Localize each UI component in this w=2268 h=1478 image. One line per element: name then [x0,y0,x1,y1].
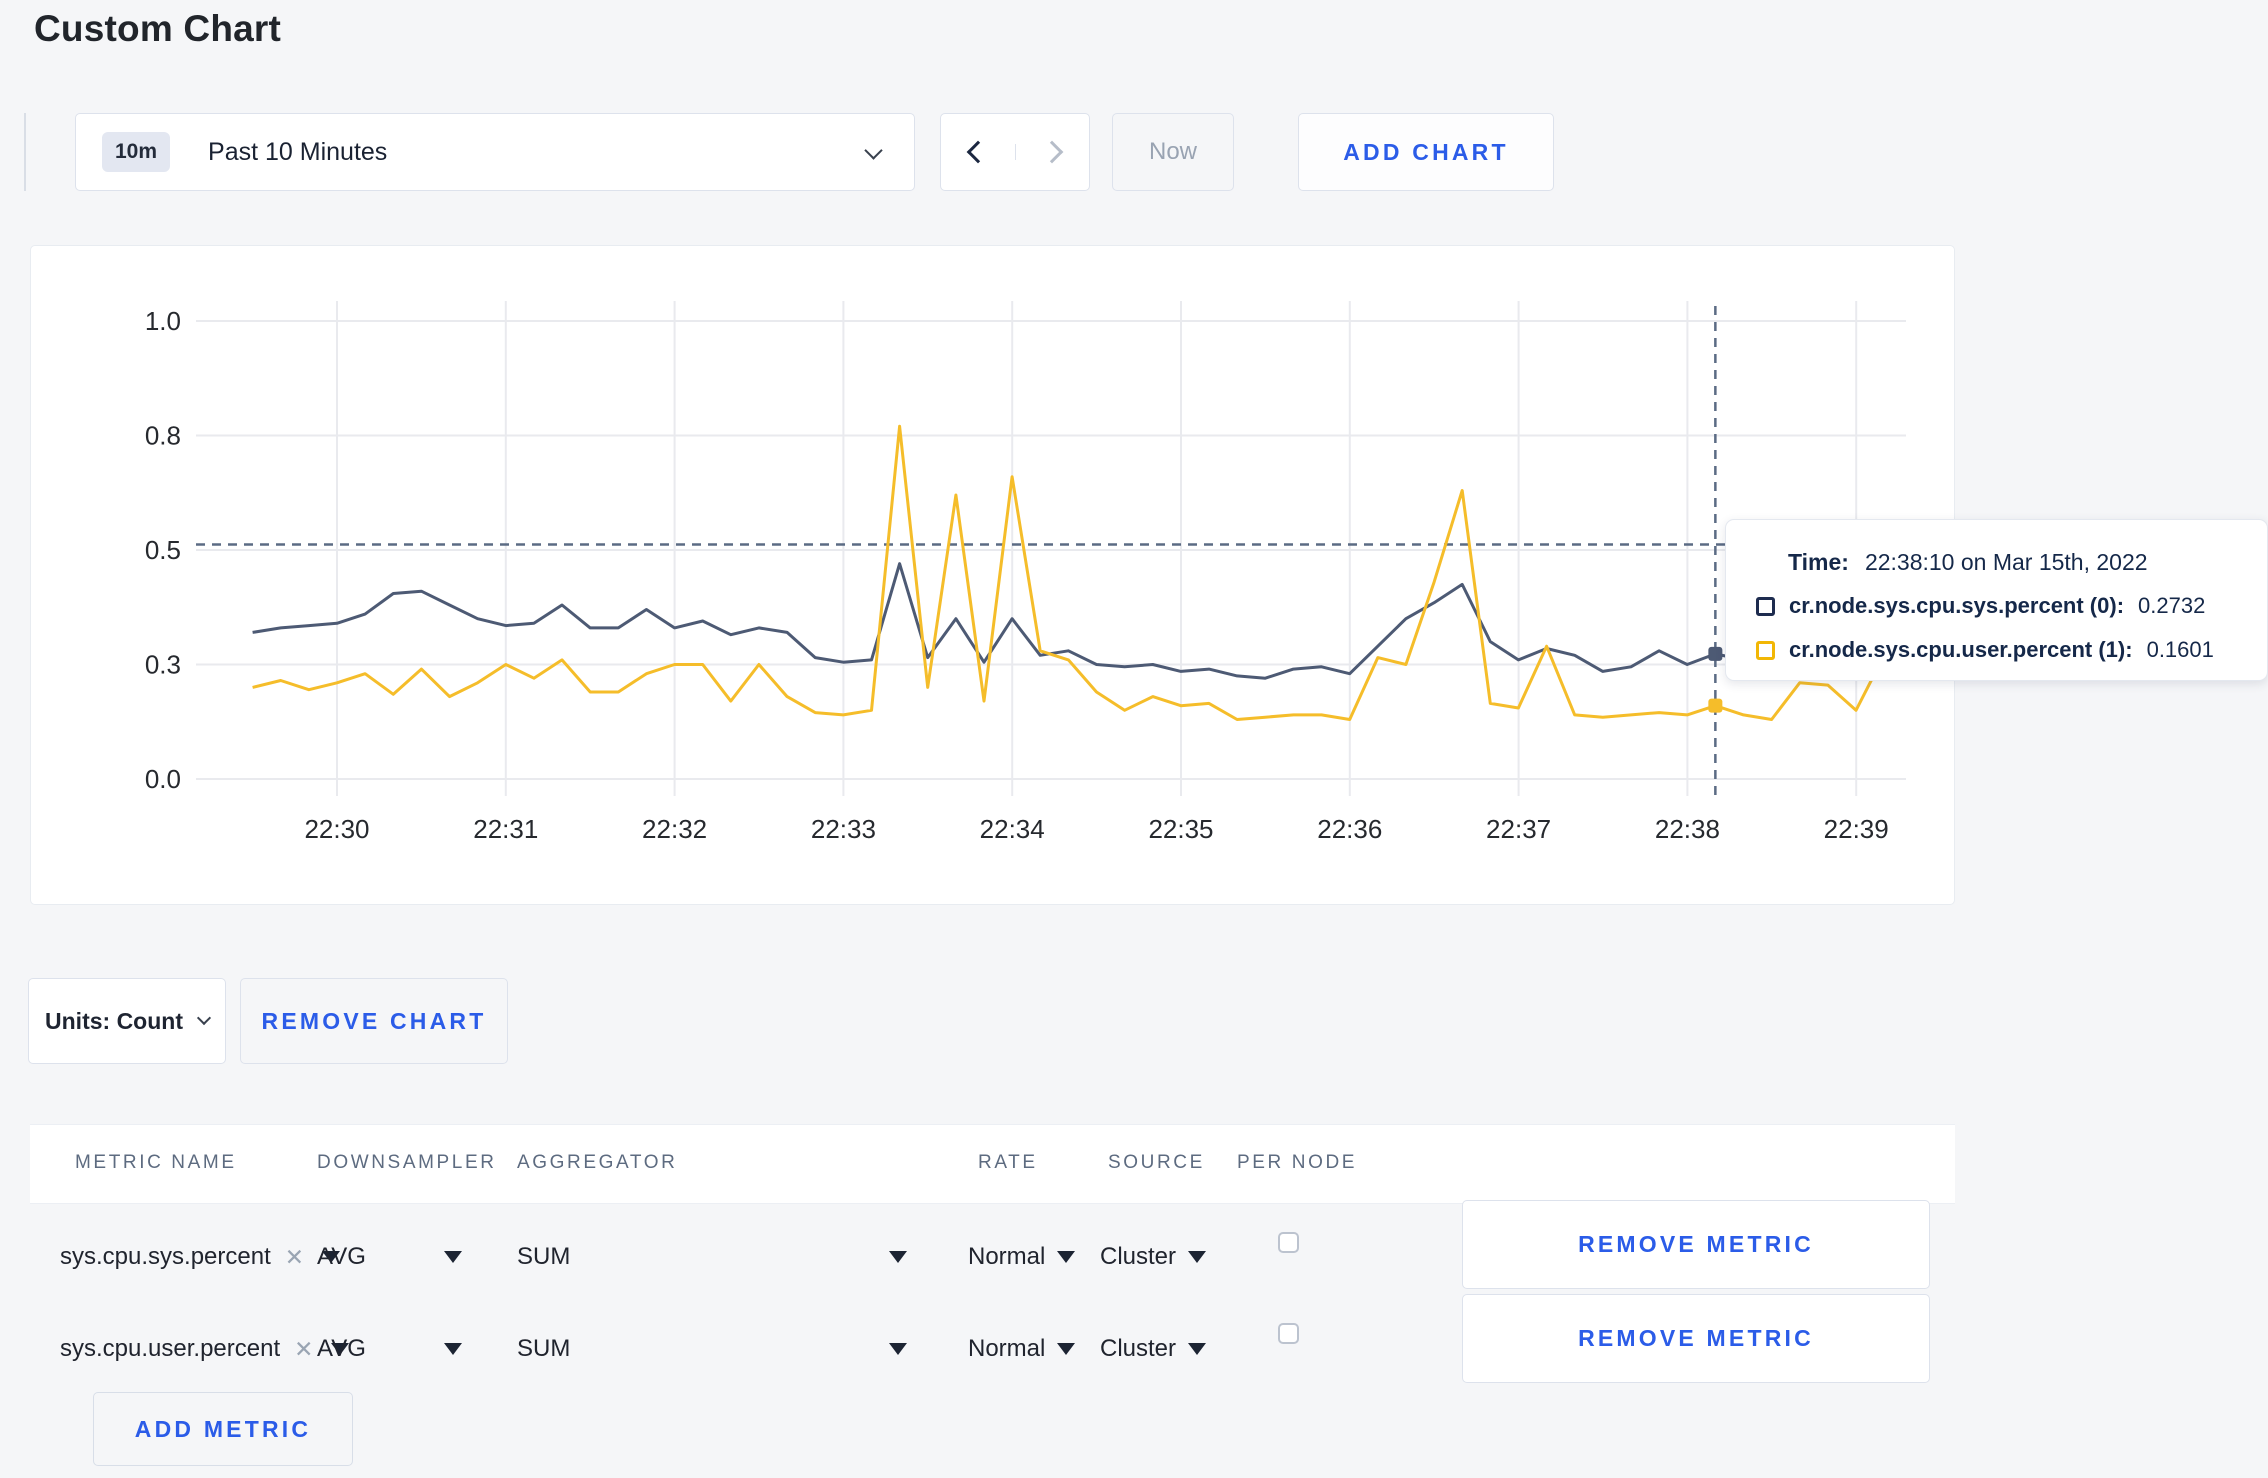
add-metric-label: ADD METRIC [134,1415,312,1442]
col-rate: RATE [978,1152,1038,1173]
rate-value: Normal [968,1335,1046,1362]
series-sys-swatch-icon [1756,596,1775,616]
tooltip-series-sys-label: cr.node.sys.cpu.sys.percent (0): [1789,593,2125,618]
svg-text:22:36: 22:36 [1317,814,1382,844]
metric-name-select[interactable]: sys.cpu.sys.percent ✕ [60,1243,341,1271]
caret-down-icon [1057,1343,1076,1355]
tooltip-time-value: 22:38:10 on Mar 15th, 2022 [1864,548,2148,575]
add-metric-button[interactable]: ADD METRIC [93,1392,353,1466]
downsampler-select[interactable]: AVG [317,1335,462,1363]
caret-down-icon [444,1251,462,1263]
svg-text:0.5: 0.5 [145,535,181,565]
col-per-node: PER NODE [1237,1152,1358,1173]
metric-name-select[interactable]: sys.cpu.user.percent ✕ [60,1335,350,1363]
svg-text:0.8: 0.8 [145,421,181,451]
metrics-chart[interactable]: 0.0 0.3 0.5 0.8 1.0 22:30 22:31 22:32 22:33 22:34… [30,245,1955,905]
time-nav-group [940,113,1090,191]
downsampler-select[interactable]: AVG [317,1243,462,1271]
chart-tooltip: Time: 22:38:10 on Mar 15th, 2022 cr.node… [1725,519,2268,681]
col-downsampler: DOWNSAMPLER [317,1152,497,1173]
svg-text:0.0: 0.0 [145,764,181,794]
chevron-down-icon [196,1010,212,1026]
col-aggregator: AGGREGATOR [517,1152,678,1173]
chevron-right-icon [1040,140,1064,164]
rate-value: Normal [968,1243,1046,1270]
time-forward-button[interactable] [1015,140,1089,164]
series-user-swatch-icon [1756,640,1775,660]
rate-select[interactable]: Normal [968,1335,1076,1363]
units-select[interactable]: Units: Count [28,978,226,1064]
svg-text:22:33: 22:33 [811,814,876,844]
page-title: Custom Chart [34,8,282,49]
source-value: Cluster [1100,1243,1177,1270]
remove-chart-label: REMOVE CHART [261,1007,487,1034]
remove-metric-button[interactable]: REMOVE METRIC [1462,1294,1930,1383]
caret-down-icon [889,1343,907,1355]
svg-text:22:34: 22:34 [980,814,1045,844]
add-chart-label: ADD CHART [1343,138,1509,165]
source-select[interactable]: Cluster [1100,1243,1207,1271]
time-range-select[interactable]: 10m Past 10 Minutes [75,113,915,191]
svg-text:22:37: 22:37 [1486,814,1551,844]
aggregator-value: SUM [517,1243,571,1270]
chevron-left-icon [966,140,990,164]
tooltip-series-sys-value: 0.2732 [2138,593,2206,618]
aggregator-select[interactable]: SUM [517,1243,907,1271]
remove-metric-label: REMOVE METRIC [1578,1325,1814,1351]
add-chart-button[interactable]: ADD CHART [1298,113,1554,191]
units-label: Units: Count [45,1007,183,1034]
svg-text:1.0: 1.0 [145,306,181,336]
downsampler-value: AVG [317,1335,366,1362]
metric-name-value: sys.cpu.user.percent [60,1335,281,1362]
rate-select[interactable]: Normal [968,1243,1076,1271]
time-range-label: Past 10 Minutes [208,137,388,166]
time-back-button[interactable] [941,140,1016,164]
svg-text:22:31: 22:31 [473,814,538,844]
caret-down-icon [444,1343,462,1355]
source-value: Cluster [1100,1335,1177,1362]
svg-text:22:30: 22:30 [304,814,369,844]
metric-name-value: sys.cpu.sys.percent [60,1243,271,1270]
remove-metric-label: REMOVE METRIC [1578,1231,1814,1257]
now-button[interactable]: Now [1112,113,1234,191]
toolbar-divider [24,113,26,191]
tooltip-series-user-value: 0.1601 [2146,637,2214,662]
clear-metric-icon[interactable]: ✕ [294,1336,313,1363]
tooltip-time-label: Time: [1788,548,1849,575]
time-range-badge: 10m [102,132,171,172]
line-chart-canvas[interactable]: 0.0 0.3 0.5 0.8 1.0 22:30 22:31 22:32 22:33 22:34… [31,246,1956,906]
aggregator-value: SUM [517,1335,571,1362]
clear-metric-icon[interactable]: ✕ [285,1244,304,1271]
downsampler-value: AVG [317,1243,366,1270]
source-select[interactable]: Cluster [1100,1335,1207,1363]
col-source: SOURCE [1108,1152,1205,1173]
remove-chart-button[interactable]: REMOVE CHART [240,978,508,1064]
caret-down-icon [1188,1343,1207,1355]
svg-text:0.3: 0.3 [145,650,181,680]
aggregator-select[interactable]: SUM [517,1335,907,1363]
svg-text:22:39: 22:39 [1824,814,1889,844]
per-node-checkbox[interactable] [1278,1323,1299,1344]
col-metric-name: METRIC NAME [75,1152,237,1173]
caret-down-icon [1057,1251,1076,1263]
per-node-checkbox[interactable] [1278,1232,1299,1253]
caret-down-icon [889,1251,907,1263]
svg-text:22:35: 22:35 [1148,814,1213,844]
svg-text:22:38: 22:38 [1655,814,1720,844]
tooltip-series-user-label: cr.node.sys.cpu.user.percent (1): [1789,637,2133,662]
remove-metric-button[interactable]: REMOVE METRIC [1462,1200,1930,1289]
svg-text:22:32: 22:32 [642,814,707,844]
caret-down-icon [1188,1251,1207,1263]
metrics-table-header: METRIC NAME DOWNSAMPLER AGGREGATOR RATE … [30,1124,1955,1204]
chevron-down-icon [864,141,883,160]
